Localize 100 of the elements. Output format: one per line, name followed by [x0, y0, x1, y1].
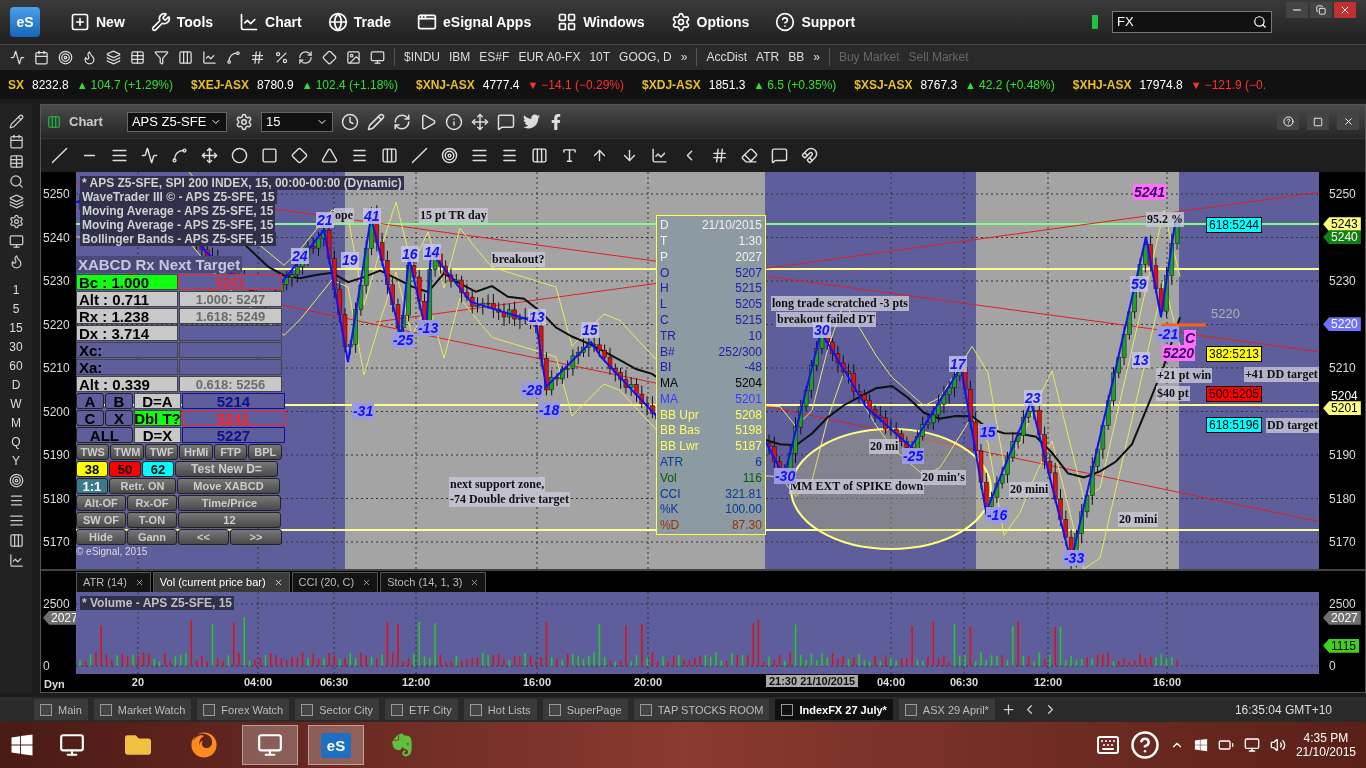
- table-icon[interactable]: [130, 49, 145, 65]
- settings-icon[interactable]: [234, 112, 253, 131]
- minimize-button[interactable]: [1286, 2, 1308, 18]
- control-button[interactable]: SW OF: [75, 512, 126, 529]
- leg-button[interactable]: A: [75, 393, 104, 410]
- symbol-button[interactable]: IBM: [449, 50, 471, 65]
- menu-item[interactable]: eSignal Apps: [411, 11, 538, 32]
- search-icon[interactable]: [8, 174, 24, 190]
- target-icon[interactable]: [58, 49, 73, 65]
- monitor-icon[interactable]: [8, 234, 24, 250]
- page-tab[interactable]: Hot Lists: [463, 699, 537, 721]
- interval-button[interactable]: M: [11, 416, 21, 431]
- wave-button[interactable]: TWF: [144, 444, 179, 461]
- monitor-icon[interactable]: [370, 49, 385, 65]
- help-button[interactable]: [1277, 113, 1299, 130]
- triangle-icon[interactable]: [321, 147, 338, 165]
- vertical-lines-icon[interactable]: [531, 147, 548, 165]
- layers-icon[interactable]: [8, 194, 24, 210]
- interval-button[interactable]: 30: [9, 340, 23, 355]
- close-icon[interactable]: [273, 577, 283, 587]
- ellipse-icon[interactable]: [231, 147, 248, 165]
- move-icon[interactable]: [201, 147, 218, 165]
- pane-tab[interactable]: CCI (20, C): [291, 571, 379, 592]
- taskbar-app[interactable]: eS: [308, 725, 364, 766]
- symbol-button[interactable]: 10T: [589, 50, 611, 65]
- page-tab[interactable]: Sector City: [295, 699, 380, 721]
- percent-icon[interactable]: [274, 49, 289, 65]
- wave-button[interactable]: TWS: [75, 444, 110, 461]
- leg-button[interactable]: C: [75, 410, 104, 427]
- leg-button[interactable]: B: [104, 393, 133, 410]
- control-button[interactable]: Alt-OF: [75, 495, 126, 512]
- pane-tab[interactable]: Vol (current price bar): [152, 571, 290, 592]
- control-button[interactable]: T-ON: [126, 512, 177, 529]
- control-button[interactable]: Gann: [126, 529, 177, 546]
- page-tab[interactable]: Forex Watch: [197, 699, 290, 721]
- menu-item[interactable]: Options: [664, 11, 756, 32]
- menu-item[interactable]: Trade: [321, 11, 397, 32]
- bars-icon[interactable]: [381, 147, 398, 165]
- interval-button[interactable]: 60: [9, 359, 23, 374]
- fib-level-button[interactable]: 50: [108, 461, 141, 478]
- study-button[interactable]: ATR: [756, 50, 780, 65]
- refresh-icon[interactable]: [392, 112, 411, 131]
- interval-button[interactable]: Q: [11, 435, 21, 450]
- magnet-icon[interactable]: [801, 147, 818, 165]
- close-icon[interactable]: [134, 577, 144, 587]
- control-button[interactable]: Hide: [75, 529, 126, 546]
- diamond-icon[interactable]: [322, 49, 337, 65]
- twitter-icon[interactable]: [522, 113, 540, 131]
- page-tab[interactable]: TAP STOCKS ROOM: [633, 699, 770, 721]
- control-button[interactable]: Move XABCD: [176, 478, 280, 495]
- lines-icon[interactable]: [8, 513, 24, 529]
- filter-icon[interactable]: [154, 49, 169, 65]
- info-icon[interactable]: [444, 112, 463, 131]
- control-button[interactable]: >>: [229, 529, 282, 546]
- menu-item[interactable]: Chart: [233, 11, 308, 32]
- diamond-icon[interactable]: [291, 147, 308, 165]
- rectangle-icon[interactable]: [261, 147, 278, 165]
- wave-button[interactable]: HrMi: [179, 444, 213, 461]
- comment-icon[interactable]: [771, 147, 788, 165]
- close-icon[interactable]: [362, 577, 372, 587]
- study-button[interactable]: AccDist: [706, 50, 748, 65]
- interval-button[interactable]: D: [11, 378, 21, 393]
- text-tool-icon[interactable]: [561, 147, 578, 165]
- columns-icon[interactable]: [8, 533, 24, 549]
- layers-icon[interactable]: [106, 49, 121, 65]
- leg-button[interactable]: ALL: [75, 427, 133, 444]
- leg-button[interactable]: X: [104, 410, 133, 427]
- menu-item[interactable]: Tools: [144, 11, 220, 32]
- circles-icon[interactable]: [441, 147, 458, 165]
- control-button[interactable]: Retr. ON: [108, 478, 176, 495]
- page-tab[interactable]: ASX 29 April*: [898, 699, 995, 721]
- more-button[interactable]: »: [680, 50, 688, 65]
- ratio-button[interactable]: 1:1: [75, 478, 108, 495]
- search-field[interactable]: FX: [1112, 10, 1272, 33]
- symbol-dropdown[interactable]: APS Z5-SFE: [126, 111, 227, 132]
- symbol-button[interactable]: EUR A0-FX: [518, 50, 581, 65]
- close-icon[interactable]: [470, 577, 480, 587]
- control-button[interactable]: Rx-OF: [126, 495, 177, 512]
- refresh-icon[interactable]: [298, 49, 313, 65]
- control-button[interactable]: 12: [177, 512, 281, 529]
- symbol-button[interactable]: GOOG, D: [619, 50, 672, 65]
- interval-button[interactable]: 5: [12, 302, 20, 317]
- zigzag-icon[interactable]: [141, 147, 158, 165]
- calendar-icon[interactable]: [8, 134, 24, 150]
- help-icon[interactable]: [1129, 730, 1160, 761]
- wave-button[interactable]: FTP: [213, 444, 248, 461]
- page-tab[interactable]: ETF City: [385, 699, 458, 721]
- menu-item[interactable]: Support: [769, 11, 862, 32]
- fib-level-button[interactable]: 38: [75, 461, 108, 478]
- control-button[interactable]: Time/Price: [177, 495, 281, 512]
- wave-button[interactable]: BPL: [248, 444, 282, 461]
- calendar-icon[interactable]: [34, 49, 49, 65]
- hash-icon[interactable]: [250, 49, 265, 65]
- comment-icon[interactable]: [496, 112, 515, 131]
- interval-button[interactable]: 15: [9, 321, 23, 336]
- target-icon[interactable]: [8, 473, 24, 489]
- pane-tab[interactable]: Stoch (14, 1, 3): [380, 571, 487, 592]
- pencil-icon[interactable]: [366, 112, 385, 131]
- app-logo[interactable]: eS: [10, 6, 40, 37]
- columns-icon[interactable]: [178, 49, 193, 65]
